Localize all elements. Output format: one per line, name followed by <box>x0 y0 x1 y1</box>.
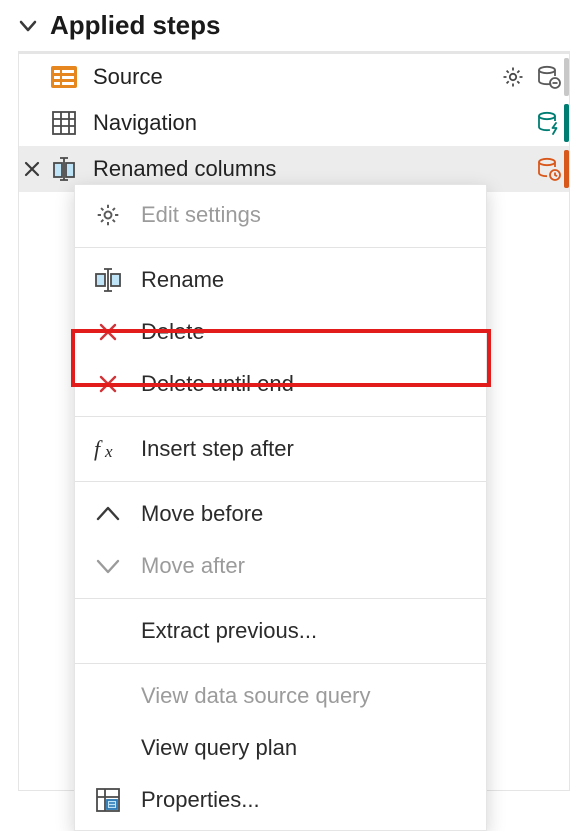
menu-label: Delete until end <box>141 371 472 397</box>
menu-label: Rename <box>141 267 472 293</box>
chevron-down-icon <box>18 16 38 36</box>
step-status-marker <box>564 104 569 142</box>
delete-step-x-icon[interactable] <box>21 158 43 180</box>
menu-separator <box>75 598 486 599</box>
applied-steps-title: Applied steps <box>50 10 220 41</box>
menu-label: Move before <box>141 501 472 527</box>
menu-separator <box>75 663 486 664</box>
applied-steps-header[interactable]: Applied steps <box>0 0 581 51</box>
fx-icon: f x <box>89 430 127 468</box>
menu-view-data-source-query: View data source query <box>75 670 486 722</box>
step-status-marker <box>564 58 569 96</box>
menu-extract-previous[interactable]: Extract previous... <box>75 605 486 657</box>
gear-icon[interactable] <box>499 63 527 91</box>
applied-step-navigation[interactable]: Navigation <box>19 100 569 146</box>
svg-text:x: x <box>104 442 113 461</box>
rename-icon <box>89 261 127 299</box>
datasource-icon <box>47 60 81 94</box>
close-icon <box>89 313 127 351</box>
blank-icon <box>89 677 127 715</box>
menu-label: View query plan <box>141 735 472 761</box>
applied-step-source[interactable]: Source <box>19 54 569 100</box>
menu-insert-step-after[interactable]: f x Insert step after <box>75 423 486 475</box>
chevron-up-icon <box>89 495 127 533</box>
gear-icon <box>89 196 127 234</box>
rename-column-icon <box>47 152 81 186</box>
menu-label: Insert step after <box>141 436 472 462</box>
database-minus-icon[interactable] <box>535 63 563 91</box>
menu-label: Properties... <box>141 787 472 813</box>
menu-edit-settings: Edit settings <box>75 189 486 241</box>
applied-steps-panel: Source <box>18 51 570 791</box>
menu-move-before[interactable]: Move before <box>75 488 486 540</box>
menu-separator <box>75 481 486 482</box>
menu-delete-until-end[interactable]: Delete until end <box>75 358 486 410</box>
step-label: Renamed columns <box>93 156 535 182</box>
step-label: Navigation <box>93 110 535 136</box>
menu-label: Extract previous... <box>141 618 472 644</box>
close-icon <box>89 365 127 403</box>
step-status-marker <box>564 150 569 188</box>
menu-label: Move after <box>141 553 472 579</box>
menu-label: Edit settings <box>141 202 472 228</box>
svg-text:f: f <box>94 436 103 461</box>
menu-label: View data source query <box>141 683 472 709</box>
menu-properties[interactable]: Properties... <box>75 774 486 826</box>
table-icon <box>47 106 81 140</box>
menu-rename[interactable]: Rename <box>75 254 486 306</box>
menu-separator <box>75 247 486 248</box>
context-menu: Edit settings Rename Delete Delet <box>74 184 487 831</box>
menu-separator <box>75 416 486 417</box>
blank-icon <box>89 729 127 767</box>
chevron-down-icon <box>89 547 127 585</box>
database-clock-icon[interactable] <box>535 155 563 183</box>
properties-icon <box>89 781 127 819</box>
database-bolt-icon[interactable] <box>535 109 563 137</box>
step-label: Source <box>93 64 499 90</box>
menu-label: Delete <box>141 319 472 345</box>
menu-view-query-plan[interactable]: View query plan <box>75 722 486 774</box>
menu-delete[interactable]: Delete <box>75 306 486 358</box>
blank-icon <box>89 612 127 650</box>
menu-move-after: Move after <box>75 540 486 592</box>
